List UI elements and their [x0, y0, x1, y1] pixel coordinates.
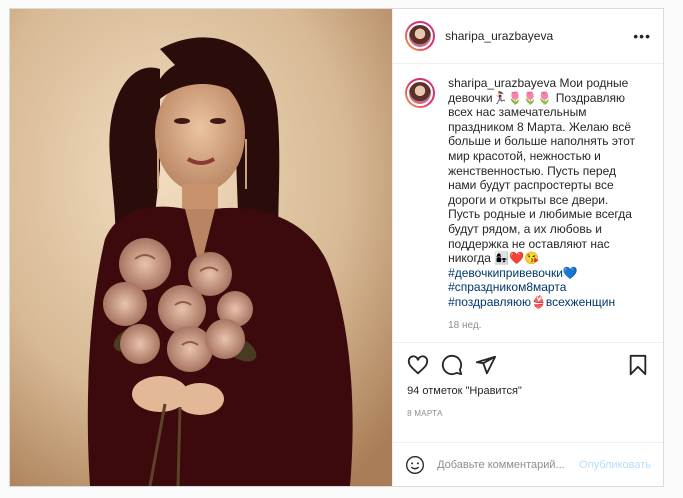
- hashtag[interactable]: #спраздником8марта: [448, 280, 636, 295]
- comment-input[interactable]: [437, 458, 580, 471]
- action-icons: [407, 351, 649, 379]
- likes-count[interactable]: 94 отметок "Нравится": [407, 385, 649, 397]
- portrait-photo: [10, 9, 393, 486]
- caption-body: Мои родные девочки🏃‍♀️🌷🌷🌷 Поздравляю все…: [448, 76, 635, 266]
- avatar[interactable]: [405, 21, 436, 51]
- comments-area[interactable]: sharipa_urazbayeva Мои родные девочки🏃‍♀…: [393, 64, 663, 342]
- more-options-icon[interactable]: •••: [633, 28, 651, 44]
- post-header: sharipa_urazbayeva •••: [393, 9, 663, 64]
- caption-time[interactable]: 18 нед.: [448, 320, 651, 331]
- comment-icon[interactable]: [441, 354, 463, 376]
- hashtag[interactable]: #поздравляюю👙всехженщин: [448, 295, 636, 310]
- add-comment-bar: Опубликовать: [393, 442, 663, 486]
- caption: sharipa_urazbayeva Мои родные девочки🏃‍♀…: [405, 76, 651, 310]
- heart-icon[interactable]: [407, 354, 429, 376]
- caption-avatar[interactable]: [405, 78, 436, 108]
- share-icon[interactable]: [475, 354, 497, 376]
- author-username[interactable]: sharipa_urazbayeva: [445, 29, 553, 43]
- smiley-icon[interactable]: [405, 455, 425, 475]
- hashtag[interactable]: #девочкипривевочки💙: [448, 266, 636, 281]
- post-date[interactable]: 8 МАРТА: [407, 409, 649, 418]
- post-card: sharipa_urazbayeva ••• sharipa_urazbayev…: [9, 8, 664, 487]
- action-bar: 94 отметок "Нравится" 8 МАРТА: [393, 342, 663, 442]
- caption-text: sharipa_urazbayeva Мои родные девочки🏃‍♀…: [448, 76, 636, 310]
- publish-button[interactable]: Опубликовать: [579, 459, 651, 471]
- caption-username[interactable]: sharipa_urazbayeva: [448, 76, 556, 90]
- post-sidebar: sharipa_urazbayeva ••• sharipa_urazbayev…: [392, 9, 663, 486]
- bookmark-icon[interactable]: [627, 354, 649, 376]
- post-photo[interactable]: [10, 9, 393, 486]
